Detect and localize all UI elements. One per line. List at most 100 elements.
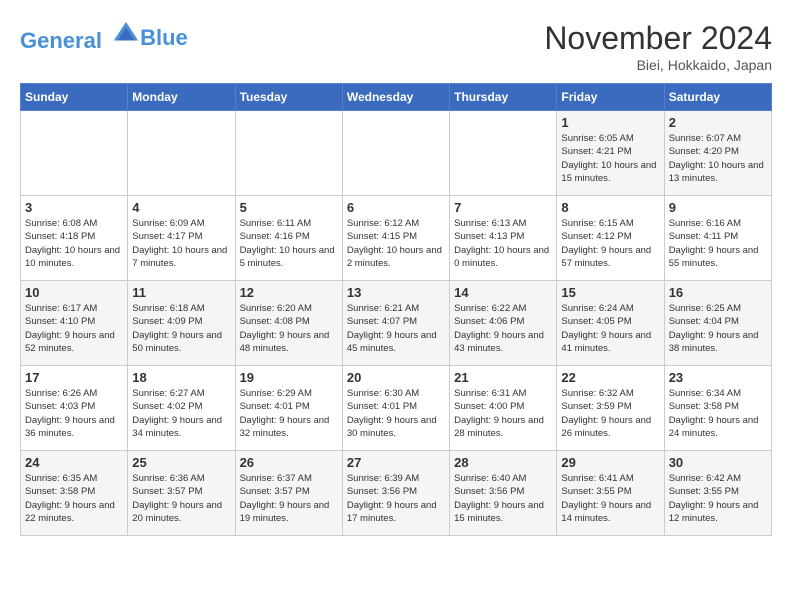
logo-blue: Blue [140, 26, 188, 50]
day-number: 4 [132, 200, 230, 215]
day-info: Sunrise: 6:16 AM Sunset: 4:11 PM Dayligh… [669, 217, 767, 270]
day-cell [450, 111, 557, 196]
day-info: Sunrise: 6:08 AM Sunset: 4:18 PM Dayligh… [25, 217, 123, 270]
day-cell: 17 Sunrise: 6:26 AM Sunset: 4:03 PM Dayli… [21, 366, 128, 451]
day-number: 1 [561, 115, 659, 130]
day-number: 2 [669, 115, 767, 130]
day-number: 17 [25, 370, 123, 385]
page-header: General Blue November 2024 Biei, Hokkaid… [20, 20, 772, 73]
day-number: 3 [25, 200, 123, 215]
day-info: Sunrise: 6:35 AM Sunset: 3:58 PM Dayligh… [25, 472, 123, 525]
header-wednesday: Wednesday [342, 84, 449, 111]
day-cell: 4 Sunrise: 6:09 AM Sunset: 4:17 PM Daylig… [128, 196, 235, 281]
day-cell [21, 111, 128, 196]
day-cell: 20Sunrise: 6:30 AM Sunset: 4:01 PM Dayli… [342, 366, 449, 451]
day-info: Sunrise: 6:05 AM Sunset: 4:21 PM Dayligh… [561, 132, 659, 185]
day-number: 9 [669, 200, 767, 215]
day-info: Sunrise: 6:12 AM Sunset: 4:15 PM Dayligh… [347, 217, 445, 270]
day-cell: 12 Sunrise: 6:20 AM Sunset: 4:08 PM Dayli… [235, 281, 342, 366]
day-cell [235, 111, 342, 196]
calendar-header-row: SundayMondayTuesdayWednesdayThursdayFrid… [21, 84, 772, 111]
day-info: Sunrise: 6:36 AM Sunset: 3:57 PM Dayligh… [132, 472, 230, 525]
title-area: November 2024 Biei, Hokkaido, Japan [544, 20, 772, 73]
day-number: 24 [25, 455, 123, 470]
header-thursday: Thursday [450, 84, 557, 111]
day-cell: 16 Sunrise: 6:25 AM Sunset: 4:04 PM Dayli… [664, 281, 771, 366]
day-number: 16 [669, 285, 767, 300]
calendar-table: SundayMondayTuesdayWednesdayThursdayFrid… [20, 83, 772, 536]
day-info: Sunrise: 6:37 AM Sunset: 3:57 PM Dayligh… [240, 472, 338, 525]
day-cell: 8Sunrise: 6:15 AM Sunset: 4:12 PM Daylig… [557, 196, 664, 281]
day-info: Sunrise: 6:29 AM Sunset: 4:01 PM Dayligh… [240, 387, 338, 440]
day-info: Sunrise: 6:25 AM Sunset: 4:04 PM Dayligh… [669, 302, 767, 355]
day-info: Sunrise: 6:24 AM Sunset: 4:05 PM Dayligh… [561, 302, 659, 355]
day-cell [128, 111, 235, 196]
day-number: 22 [561, 370, 659, 385]
day-info: Sunrise: 6:27 AM Sunset: 4:02 PM Dayligh… [132, 387, 230, 440]
day-cell: 15 Sunrise: 6:24 AM Sunset: 4:05 PM Dayli… [557, 281, 664, 366]
month-title: November 2024 [544, 20, 772, 57]
day-number: 10 [25, 285, 123, 300]
day-cell: 21Sunrise: 6:31 AM Sunset: 4:00 PM Dayli… [450, 366, 557, 451]
week-row-3: 10 Sunrise: 6:17 AM Sunset: 4:10 PM Dayli… [21, 281, 772, 366]
day-info: Sunrise: 6:13 AM Sunset: 4:13 PM Dayligh… [454, 217, 552, 270]
day-info: Sunrise: 6:20 AM Sunset: 4:08 PM Dayligh… [240, 302, 338, 355]
day-cell: 18 Sunrise: 6:27 AM Sunset: 4:02 PM Dayli… [128, 366, 235, 451]
day-number: 6 [347, 200, 445, 215]
day-number: 19 [240, 370, 338, 385]
day-info: Sunrise: 6:11 AM Sunset: 4:16 PM Dayligh… [240, 217, 338, 270]
day-info: Sunrise: 6:17 AM Sunset: 4:10 PM Dayligh… [25, 302, 123, 355]
day-info: Sunrise: 6:34 AM Sunset: 3:58 PM Dayligh… [669, 387, 767, 440]
day-cell: 11Sunrise: 6:18 AM Sunset: 4:09 PM Dayli… [128, 281, 235, 366]
day-cell: 7Sunrise: 6:13 AM Sunset: 4:13 PM Daylig… [450, 196, 557, 281]
day-cell: 9 Sunrise: 6:16 AM Sunset: 4:11 PM Daylig… [664, 196, 771, 281]
day-number: 11 [132, 285, 230, 300]
day-number: 29 [561, 455, 659, 470]
header-friday: Friday [557, 84, 664, 111]
day-number: 21 [454, 370, 552, 385]
day-info: Sunrise: 6:32 AM Sunset: 3:59 PM Dayligh… [561, 387, 659, 440]
day-number: 18 [132, 370, 230, 385]
day-cell [342, 111, 449, 196]
day-number: 13 [347, 285, 445, 300]
day-info: Sunrise: 6:42 AM Sunset: 3:55 PM Dayligh… [669, 472, 767, 525]
day-info: Sunrise: 6:40 AM Sunset: 3:56 PM Dayligh… [454, 472, 552, 525]
day-info: Sunrise: 6:26 AM Sunset: 4:03 PM Dayligh… [25, 387, 123, 440]
day-info: Sunrise: 6:22 AM Sunset: 4:06 PM Dayligh… [454, 302, 552, 355]
day-cell: 3 Sunrise: 6:08 AM Sunset: 4:18 PM Daylig… [21, 196, 128, 281]
location: Biei, Hokkaido, Japan [544, 57, 772, 73]
week-row-4: 17 Sunrise: 6:26 AM Sunset: 4:03 PM Dayli… [21, 366, 772, 451]
day-info: Sunrise: 6:39 AM Sunset: 3:56 PM Dayligh… [347, 472, 445, 525]
day-cell: 6 Sunrise: 6:12 AM Sunset: 4:15 PM Daylig… [342, 196, 449, 281]
day-cell: 26Sunrise: 6:37 AM Sunset: 3:57 PM Dayli… [235, 451, 342, 536]
day-cell: 19 Sunrise: 6:29 AM Sunset: 4:01 PM Dayli… [235, 366, 342, 451]
day-number: 15 [561, 285, 659, 300]
day-number: 20 [347, 370, 445, 385]
day-number: 23 [669, 370, 767, 385]
day-cell: 28 Sunrise: 6:40 AM Sunset: 3:56 PM Dayli… [450, 451, 557, 536]
day-info: Sunrise: 6:21 AM Sunset: 4:07 PM Dayligh… [347, 302, 445, 355]
day-number: 14 [454, 285, 552, 300]
header-tuesday: Tuesday [235, 84, 342, 111]
day-cell: 22 Sunrise: 6:32 AM Sunset: 3:59 PM Dayli… [557, 366, 664, 451]
header-saturday: Saturday [664, 84, 771, 111]
day-cell: 29Sunrise: 6:41 AM Sunset: 3:55 PM Dayli… [557, 451, 664, 536]
day-cell: 30Sunrise: 6:42 AM Sunset: 3:55 PM Dayli… [664, 451, 771, 536]
logo: General Blue [20, 20, 188, 53]
day-number: 28 [454, 455, 552, 470]
day-cell: 10 Sunrise: 6:17 AM Sunset: 4:10 PM Dayli… [21, 281, 128, 366]
day-info: Sunrise: 6:09 AM Sunset: 4:17 PM Dayligh… [132, 217, 230, 270]
week-row-5: 24 Sunrise: 6:35 AM Sunset: 3:58 PM Dayli… [21, 451, 772, 536]
day-cell: 24 Sunrise: 6:35 AM Sunset: 3:58 PM Dayli… [21, 451, 128, 536]
header-monday: Monday [128, 84, 235, 111]
day-number: 12 [240, 285, 338, 300]
day-number: 27 [347, 455, 445, 470]
day-cell: 1 Sunrise: 6:05 AM Sunset: 4:21 PM Daylig… [557, 111, 664, 196]
day-cell: 5 Sunrise: 6:11 AM Sunset: 4:16 PM Daylig… [235, 196, 342, 281]
day-number: 25 [132, 455, 230, 470]
day-cell: 13 Sunrise: 6:21 AM Sunset: 4:07 PM Dayli… [342, 281, 449, 366]
week-row-2: 3 Sunrise: 6:08 AM Sunset: 4:18 PM Daylig… [21, 196, 772, 281]
day-info: Sunrise: 6:15 AM Sunset: 4:12 PM Dayligh… [561, 217, 659, 270]
day-number: 5 [240, 200, 338, 215]
day-info: Sunrise: 6:07 AM Sunset: 4:20 PM Dayligh… [669, 132, 767, 185]
